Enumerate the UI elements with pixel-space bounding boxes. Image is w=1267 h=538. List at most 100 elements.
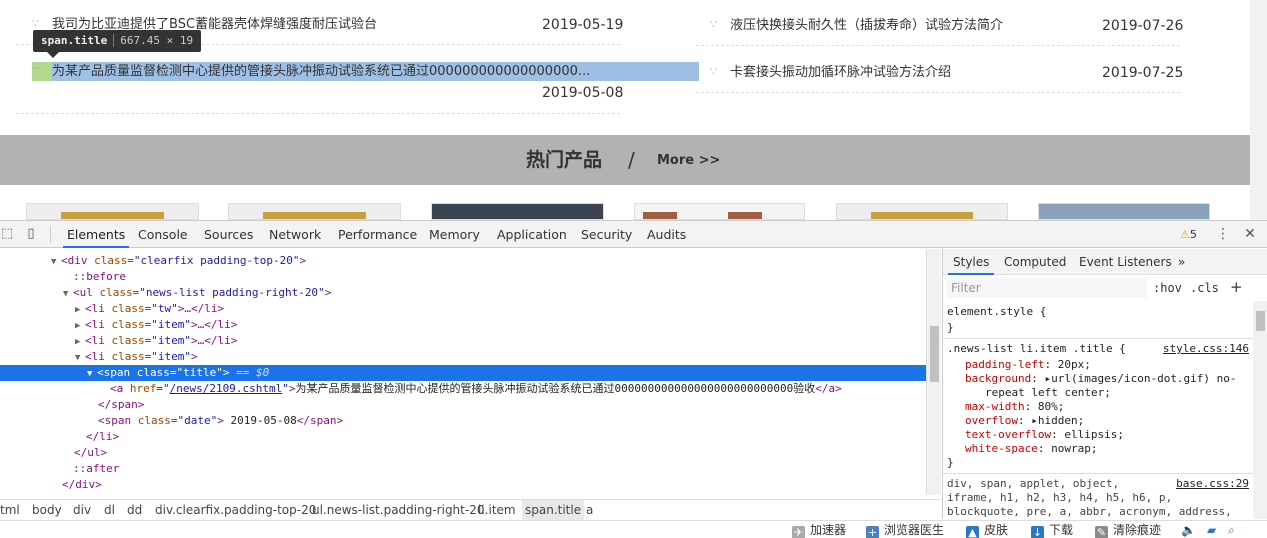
rocket-icon: ✈ <box>792 526 805 538</box>
dom-close-tag[interactable]: </ul> <box>0 445 926 461</box>
breadcrumb-item[interactable]: dl <box>104 500 115 520</box>
dom-node[interactable]: ▼ <ul class="news-list padding-right-20"> <box>0 285 926 301</box>
rule-source-link[interactable]: style.css:146 <box>1163 342 1249 356</box>
tab-elements[interactable]: Elements <box>63 221 130 248</box>
rule-source-link[interactable]: base.css:29 <box>1176 477 1249 491</box>
title-separator: / <box>628 148 635 172</box>
elements-scrollbar[interactable] <box>926 249 941 495</box>
devtools-tabbar: ⬚ ▯ Elements Console Sources Network Per… <box>0 221 1267 248</box>
tab-security[interactable]: Security <box>577 221 636 248</box>
rule-selector[interactable]: iframe, h1, h2, h3, h4, h5, h6, p, <box>947 491 1172 505</box>
dom-node-selected[interactable]: ▼ <span class="title"> == $0 <box>0 365 926 381</box>
product-thumbnail[interactable] <box>431 203 604 220</box>
news-title[interactable]: 为某产品质量监督检测中心提供的管接头脉冲振动试验系统已通过00000000000… <box>52 60 618 84</box>
download-button[interactable]: ↓ 下载 <box>1031 521 1073 538</box>
tab-styles[interactable]: Styles <box>948 249 995 275</box>
css-property[interactable]: text-overflow: ellipsis; <box>965 428 1124 442</box>
dom-node[interactable]: <span class="date"> 2019-05-08</span> <box>0 413 926 429</box>
bullet-icon: ∵ <box>32 17 39 30</box>
device-toggle-icon[interactable]: ▯ <box>24 227 38 241</box>
news-item[interactable]: ∵ 液压快换接头耐久性（插拔寿命）试验方法简介 <box>710 14 1080 38</box>
dom-node[interactable]: ▼ <li class="item"> <box>0 349 926 365</box>
product-thumbnail[interactable] <box>26 203 199 220</box>
css-property[interactable]: padding-left: 20px; <box>965 358 1091 372</box>
breadcrumb-item-current[interactable]: span.title <box>522 500 585 520</box>
warnings-counter[interactable]: ⚠5 <box>1180 221 1197 248</box>
href-link[interactable]: /news/2109.cshtml <box>170 382 283 395</box>
breadcrumb-item[interactable]: tml <box>0 500 20 520</box>
browser-doctor-button[interactable]: + 浏览器医生 <box>866 521 944 538</box>
more-link[interactable]: More >> <box>657 152 720 170</box>
rule-selector[interactable]: div, span, applet, object, <box>947 477 1119 491</box>
tab-application[interactable]: Application <box>493 221 571 248</box>
dom-pseudo[interactable]: ::before <box>0 269 926 285</box>
shirt-icon: ▲ <box>966 526 979 538</box>
css-property[interactable]: overflow: ▸hidden; <box>965 414 1084 428</box>
accelerator-button[interactable]: ✈ 加速器 <box>792 521 846 538</box>
tab-console[interactable]: Console <box>134 221 192 248</box>
tab-computed[interactable]: Computed <box>999 249 1071 275</box>
toolbar-divider <box>50 226 51 243</box>
medkit-icon: + <box>866 526 879 538</box>
styles-tabbar: Styles Computed Event Listeners » <box>943 249 1267 275</box>
element-style-selector[interactable]: element.style { <box>947 305 1046 319</box>
tab-network[interactable]: Network <box>265 221 325 248</box>
search-icon[interactable]: ⌕ <box>1228 521 1235 538</box>
breadcrumb-item[interactable]: body <box>32 500 62 520</box>
dom-close-tag[interactable]: </div> <box>0 477 926 493</box>
warning-icon: ⚠ <box>1180 228 1190 241</box>
breadcrumb-item[interactable]: div <box>73 500 91 520</box>
styles-scrollbar[interactable] <box>1253 301 1267 519</box>
breadcrumb-item[interactable]: li.item <box>478 500 516 520</box>
css-property[interactable]: background: ▸url(images/icon-dot.gif) no… <box>965 372 1237 386</box>
divider <box>696 92 1180 93</box>
dom-node[interactable]: ▶ <li class="item">…</li> <box>0 333 926 349</box>
styles-filter-input[interactable]: Filter <box>947 278 1147 298</box>
devtools-panel: ⬚ ▯ Elements Console Sources Network Per… <box>0 220 1267 520</box>
product-thumbnail[interactable] <box>1038 203 1210 220</box>
css-property[interactable]: white-space: nowrap; <box>965 442 1097 456</box>
tab-memory[interactable]: Memory <box>425 221 484 248</box>
tab-audits[interactable]: Audits <box>643 221 690 248</box>
news-item[interactable]: ∵ 为某产品质量监督检测中心提供的管接头脉冲振动试验系统已通过000000000… <box>32 60 622 84</box>
rule-close-brace: } <box>947 456 954 469</box>
rule-selector[interactable]: .news-list li.item .title { <box>947 342 1126 356</box>
bullet-icon: ∵ <box>710 65 717 78</box>
breadcrumb-item[interactable]: a <box>586 500 593 520</box>
page-scrollbar[interactable] <box>1250 0 1267 220</box>
rule-close-brace: } <box>947 321 954 334</box>
hov-toggle[interactable]: :hov <box>1153 278 1182 298</box>
elements-tree: ▼ <div class="clearfix padding-top-20"> :… <box>0 249 926 495</box>
breadcrumb-item[interactable]: ul.news-list.padding-right-20 <box>312 500 484 520</box>
tab-event-listeners[interactable]: Event Listeners <box>1074 249 1177 275</box>
breadcrumb-item[interactable]: dd <box>127 500 142 520</box>
inspect-element-icon[interactable]: ⬚ <box>0 227 14 241</box>
dom-close-tag[interactable]: </li> <box>0 429 926 445</box>
dom-node[interactable]: ▶ <li class="item">…</li> <box>0 317 926 333</box>
dom-pseudo[interactable]: ::after <box>0 461 926 477</box>
cls-toggle[interactable]: .cls <box>1190 278 1219 298</box>
product-thumbnail[interactable] <box>836 203 1008 220</box>
product-thumbnail[interactable] <box>228 203 401 220</box>
news-title[interactable]: 液压快换接头耐久性（插拔寿命）试验方法简介 <box>730 14 1080 38</box>
breadcrumb-item[interactable]: div.clearfix.padding-top-20 <box>155 500 316 520</box>
more-options-icon[interactable]: ⋮ <box>1216 221 1230 248</box>
rule-selector[interactable]: blockquote, pre, a, abbr, acronym, addre… <box>947 505 1232 519</box>
dom-node[interactable]: ▶ <li class="tw">…</li> <box>0 301 926 317</box>
product-thumbnail[interactable] <box>634 203 805 220</box>
volume-icon[interactable]: 🔈 <box>1181 521 1196 538</box>
news-title[interactable]: 卡套接头振动加循环脉冲试验方法介绍 <box>730 61 1080 85</box>
dom-node[interactable]: ▼ <div class="clearfix padding-top-20"> <box>0 253 926 269</box>
folder-icon[interactable]: ▰ <box>1207 521 1216 538</box>
dom-close-tag[interactable]: </span> <box>0 397 926 413</box>
more-tabs-icon[interactable]: » <box>1173 249 1190 275</box>
close-icon[interactable]: ✕ <box>1243 221 1257 248</box>
news-item[interactable]: ∵ 卡套接头振动加循环脉冲试验方法介绍 <box>710 61 1080 85</box>
new-rule-button[interactable]: + <box>1230 277 1243 297</box>
skin-button[interactable]: ▲ 皮肤 <box>966 521 1008 538</box>
tab-sources[interactable]: Sources <box>200 221 257 248</box>
clear-traces-button[interactable]: ✎ 清除痕迹 <box>1095 521 1161 538</box>
dom-node[interactable]: <a href="/news/2109.cshtml">为某产品质量监督检测中心… <box>0 381 926 397</box>
tab-performance[interactable]: Performance <box>334 221 421 248</box>
css-property[interactable]: max-width: 80%; <box>965 400 1064 414</box>
